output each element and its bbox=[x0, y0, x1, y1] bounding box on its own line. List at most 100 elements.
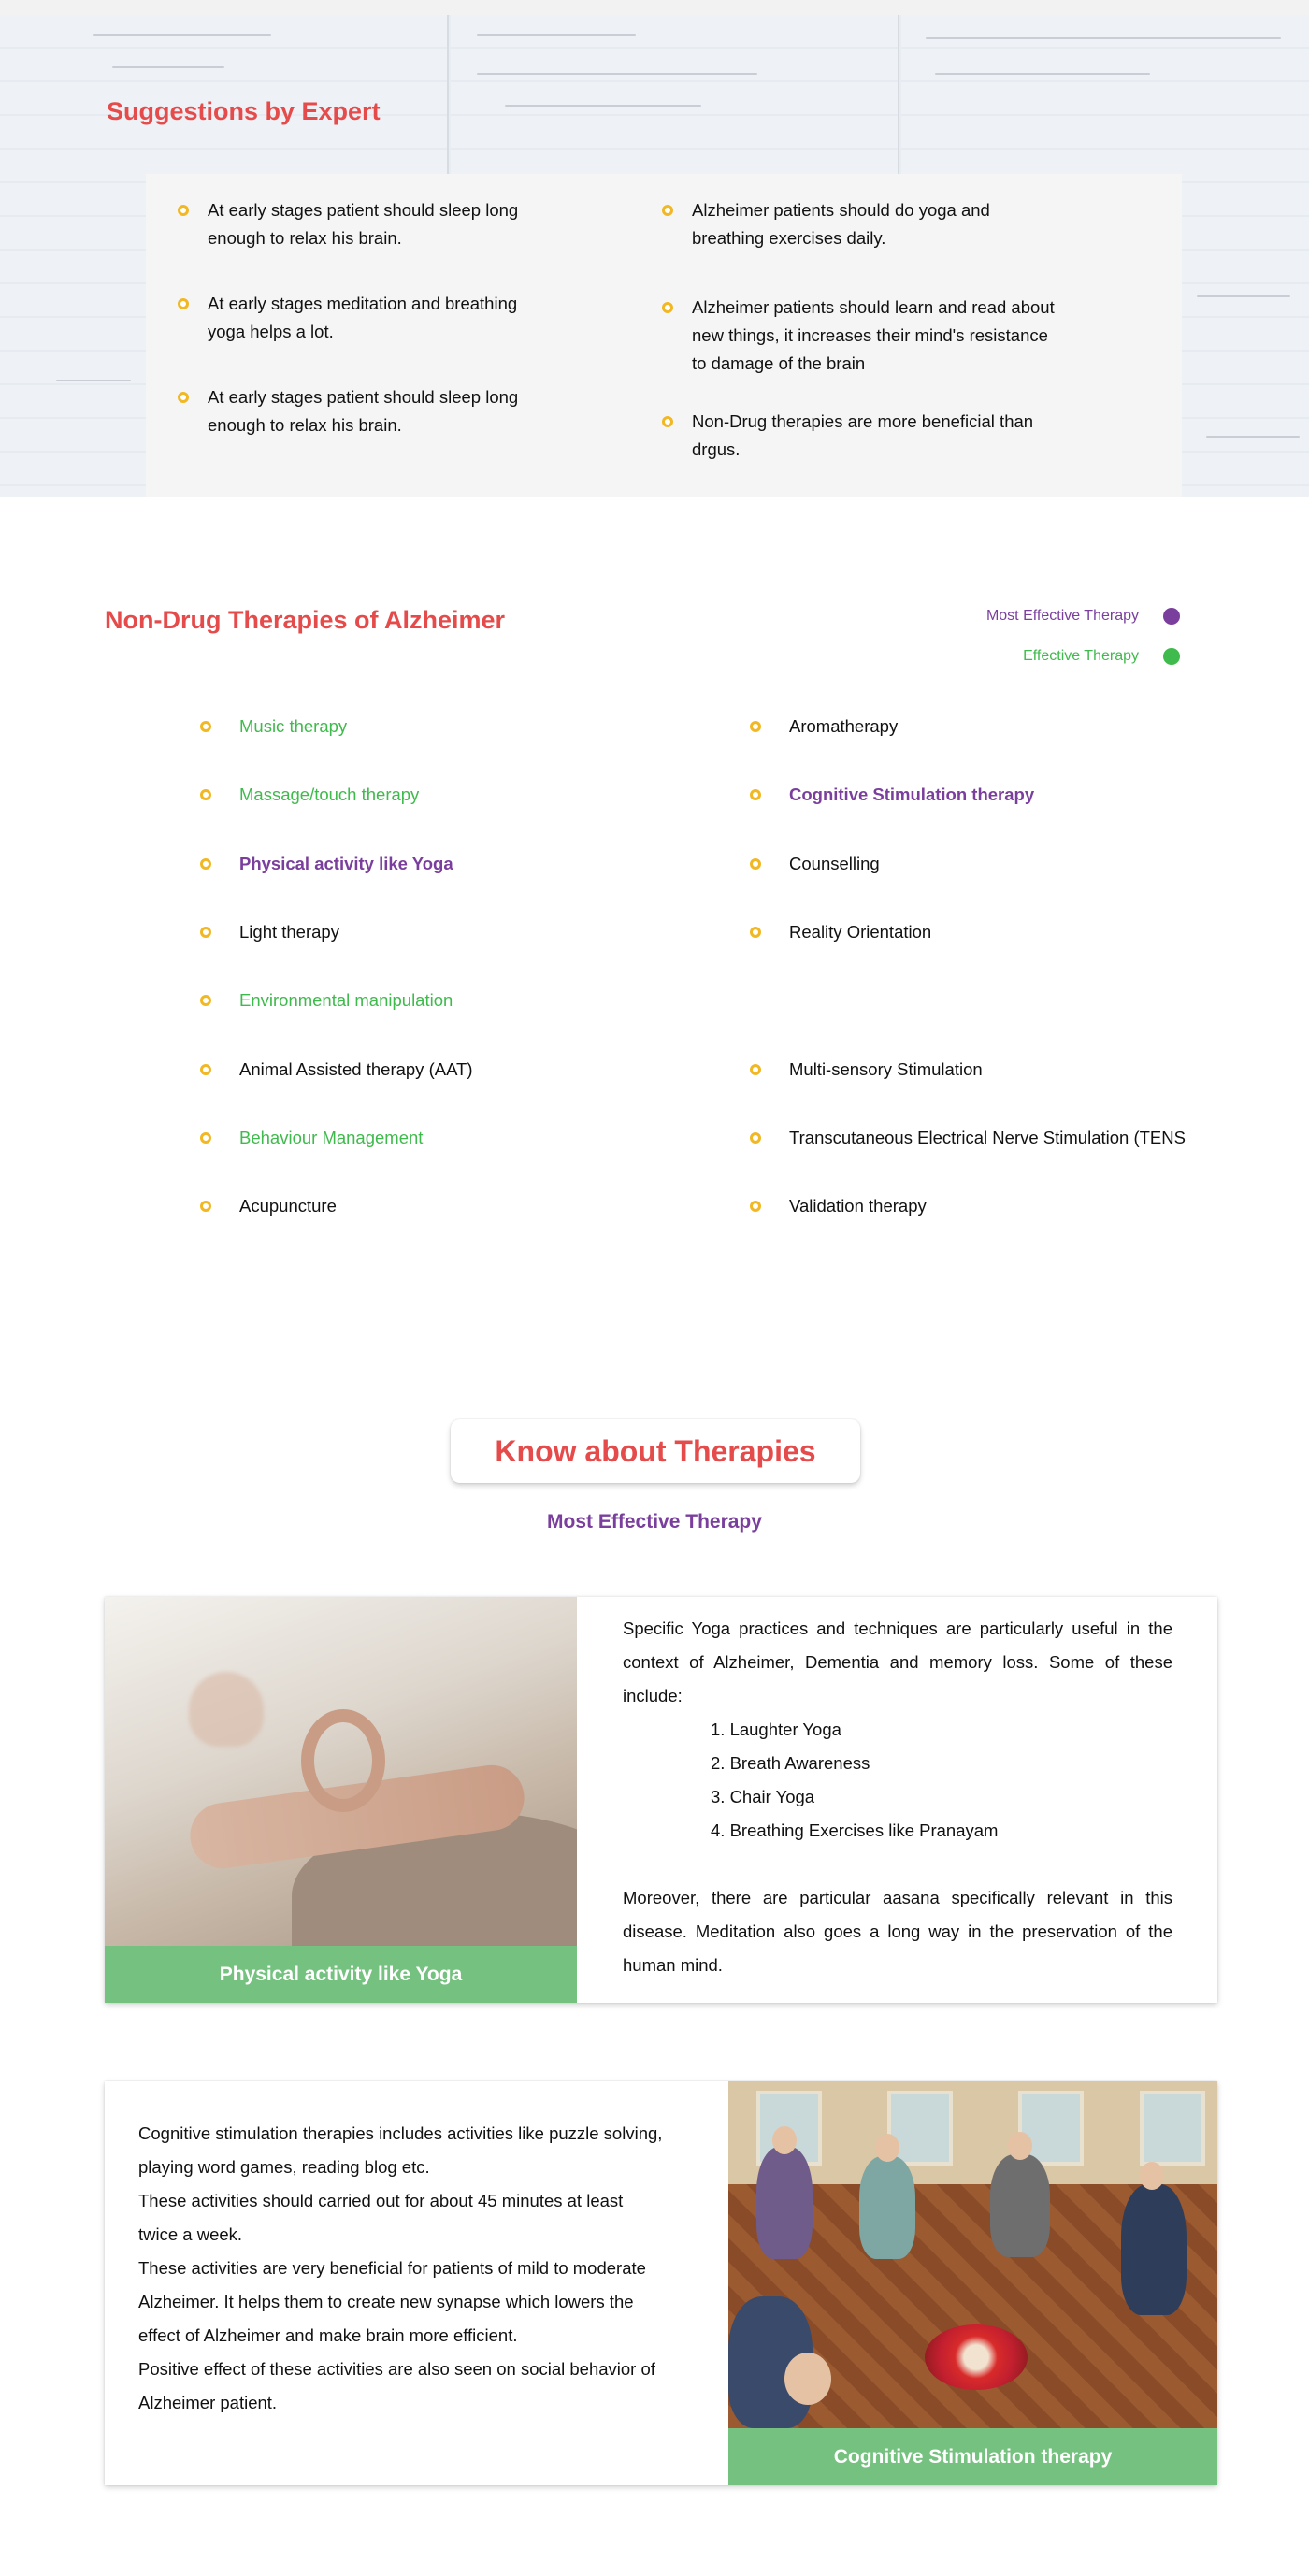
purple-dot-icon bbox=[1163, 608, 1180, 625]
yoga-list: 1. Laughter Yoga 2. Breath Awareness 3. … bbox=[623, 1713, 1172, 1848]
scribble bbox=[56, 380, 131, 381]
legend-label: Most Effective Therapy bbox=[985, 608, 1139, 624]
bullet-icon bbox=[200, 927, 211, 938]
group-therapy-photo bbox=[728, 2081, 1217, 2428]
therapy-item: Light therapy bbox=[200, 918, 339, 946]
bullet-icon bbox=[750, 927, 761, 938]
photo-detail bbox=[772, 2126, 797, 2154]
bullet-icon bbox=[750, 1064, 761, 1075]
suggestion-text: Alzheimer patients should learn and read… bbox=[692, 297, 1055, 373]
photo-detail bbox=[1008, 2132, 1032, 2160]
cognitive-description: Cognitive stimulation therapies includes… bbox=[138, 2117, 664, 2420]
bullet-icon bbox=[200, 721, 211, 732]
scribble bbox=[935, 73, 1150, 75]
therapy-label: Light therapy bbox=[239, 922, 339, 942]
bullet-icon bbox=[200, 1132, 211, 1144]
therapy-item: Behaviour Management bbox=[200, 1124, 423, 1152]
therapy-item: Environmental manipulation bbox=[200, 986, 453, 1015]
scribble bbox=[477, 73, 757, 75]
therapy-item: Multi-sensory Stimulation bbox=[750, 1056, 983, 1084]
yoga-outro: Moreover, there are particular aasana sp… bbox=[623, 1888, 1172, 1975]
therapy-label: Aromatherapy bbox=[789, 716, 899, 736]
yoga-intro: Specific Yoga practices and techniques a… bbox=[623, 1619, 1172, 1705]
photo-detail bbox=[1140, 2162, 1164, 2190]
yoga-description: Specific Yoga practices and techniques a… bbox=[623, 1612, 1172, 1982]
therapy-label: Behaviour Management bbox=[239, 1128, 424, 1147]
suggestion-item: At early stages patient should sleep lon… bbox=[178, 383, 544, 439]
bullet-icon bbox=[178, 205, 189, 216]
yoga-list-item: 2. Breath Awareness bbox=[711, 1753, 870, 1773]
scribble bbox=[112, 66, 224, 68]
bullet-icon bbox=[200, 995, 211, 1006]
suggestion-text: Alzheimer patients should do yoga and br… bbox=[692, 200, 990, 248]
bullet-icon bbox=[200, 789, 211, 800]
therapy-label: Massage/touch therapy bbox=[239, 784, 420, 804]
therapy-item: Counselling bbox=[750, 850, 880, 878]
legend-effective: Effective Therapy bbox=[1023, 648, 1180, 665]
bullet-icon bbox=[750, 1132, 761, 1144]
therapy-label: Music therapy bbox=[239, 716, 348, 736]
cognitive-line: These activities are very beneficial for… bbox=[138, 2258, 646, 2345]
suggestion-item: At early stages patient should sleep lon… bbox=[178, 196, 544, 252]
therapy-item: Cognitive Stimulation therapy bbox=[750, 781, 1034, 809]
yoga-meditation-photo bbox=[105, 1597, 577, 1946]
bullet-icon bbox=[750, 721, 761, 732]
yoga-therapy-card: Physical activity like Yoga Specific Yog… bbox=[105, 1597, 1217, 2003]
photo-detail bbox=[925, 2324, 1028, 2390]
scribble bbox=[1206, 436, 1300, 438]
suggestion-text: Non-Drug therapies are more beneficial t… bbox=[692, 411, 1034, 459]
therapy-item: Validation therapy bbox=[750, 1192, 927, 1220]
therapy-label: Animal Assisted therapy (AAT) bbox=[239, 1059, 473, 1079]
suggestion-item: Non-Drug therapies are more beneficial t… bbox=[662, 408, 1066, 464]
bullet-icon bbox=[662, 416, 673, 427]
therapy-label: Transcutaneous Electrical Nerve Stimulat… bbox=[789, 1128, 1186, 1147]
therapy-item: Massage/touch therapy bbox=[200, 781, 419, 809]
bullet-icon bbox=[662, 205, 673, 216]
bullet-icon bbox=[178, 298, 189, 309]
scribble bbox=[477, 34, 636, 36]
therapy-item: Transcutaneous Electrical Nerve Stimulat… bbox=[750, 1124, 1186, 1152]
most-effective-subtitle: Most Effective Therapy bbox=[547, 1511, 762, 1533]
legend-label: Effective Therapy bbox=[1023, 648, 1139, 664]
photo-detail bbox=[301, 1709, 385, 1812]
suggestion-text: At early stages meditation and breathing… bbox=[208, 294, 518, 341]
yoga-caption: Physical activity like Yoga bbox=[105, 1946, 577, 2003]
cognitive-therapy-card: Cognitive stimulation therapies includes… bbox=[105, 2081, 1217, 2485]
bullet-icon bbox=[200, 858, 211, 870]
suggestion-text: At early stages patient should sleep lon… bbox=[208, 387, 519, 435]
therapy-item: Aromatherapy bbox=[750, 712, 898, 741]
bullet-icon bbox=[178, 392, 189, 403]
green-dot-icon bbox=[1163, 648, 1180, 665]
therapy-label: Counselling bbox=[789, 854, 880, 873]
therapy-item: Reality Orientation bbox=[750, 918, 931, 946]
bullet-icon bbox=[662, 302, 673, 313]
bullet-icon bbox=[750, 858, 761, 870]
photo-detail bbox=[859, 2156, 915, 2259]
therapy-label: Multi-sensory Stimulation bbox=[789, 1059, 983, 1079]
top-strip bbox=[0, 0, 1309, 15]
therapy-item: Music therapy bbox=[200, 712, 347, 741]
therapy-label: Physical activity like Yoga bbox=[239, 854, 453, 873]
therapy-label: Environmental manipulation bbox=[239, 990, 453, 1010]
bullet-icon bbox=[750, 1201, 761, 1212]
bullet-icon bbox=[200, 1064, 211, 1075]
therapy-label: Validation therapy bbox=[789, 1196, 927, 1216]
suggestion-text: At early stages patient should sleep lon… bbox=[208, 200, 519, 248]
suggestions-title: Suggestions by Expert bbox=[107, 97, 381, 125]
cognitive-line: These activities should carried out for … bbox=[138, 2191, 624, 2244]
therapy-label: Reality Orientation bbox=[789, 922, 932, 942]
suggestion-item: At early stages meditation and breathing… bbox=[178, 290, 544, 346]
photo-detail bbox=[875, 2134, 899, 2162]
therapy-item: Acupuncture bbox=[200, 1192, 337, 1220]
bullet-icon bbox=[200, 1201, 211, 1212]
scribble bbox=[1197, 295, 1290, 297]
therapy-label: Acupuncture bbox=[239, 1196, 337, 1216]
know-about-therapies-heading: Know about Therapies bbox=[451, 1419, 860, 1483]
scribble bbox=[94, 34, 271, 36]
cognitive-line: Cognitive stimulation therapies includes… bbox=[138, 2123, 663, 2177]
suggestion-item: Alzheimer patients should learn and read… bbox=[662, 294, 1066, 378]
cognitive-line: Positive effect of these activities are … bbox=[138, 2359, 655, 2412]
yoga-list-item: 1. Laughter Yoga bbox=[711, 1720, 842, 1739]
yoga-list-item: 4. Breathing Exercises like Pranayam bbox=[711, 1820, 999, 1840]
